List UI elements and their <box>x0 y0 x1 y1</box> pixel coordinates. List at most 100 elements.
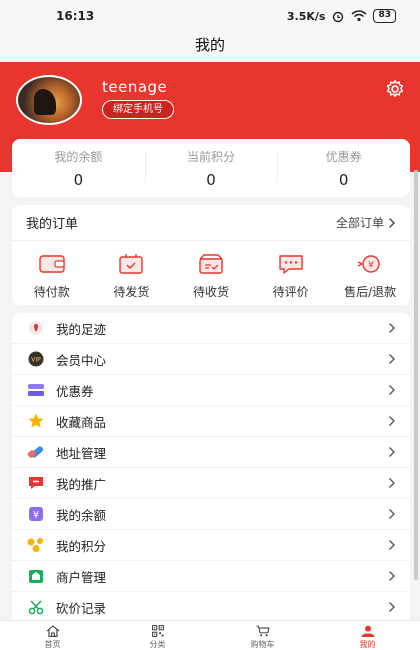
order-label: 待收货 <box>192 285 229 299</box>
alarm-icon <box>333 11 344 23</box>
box-icon <box>119 254 144 274</box>
network-speed: 3.5K/s <box>286 9 326 23</box>
account-stats: 我的余额 0 当前积分 0 优惠券 0 <box>12 139 410 197</box>
menu-item-address[interactable]: 地址管理 <box>12 437 410 468</box>
wifi-icon <box>351 10 367 22</box>
chevron-right-icon <box>389 478 395 488</box>
tab-label: 分类 <box>149 640 166 649</box>
chevron-right-icon <box>389 540 395 550</box>
vip-icon: VIP <box>26 349 46 369</box>
chevron-right-icon <box>389 509 395 519</box>
menu-item-footprint[interactable]: 我的足迹 <box>12 313 410 344</box>
gear-icon[interactable] <box>384 78 406 100</box>
qr-icon <box>151 625 164 637</box>
svg-text:VIP: VIP <box>31 357 41 364</box>
orders-title: 我的订单 <box>26 217 79 232</box>
menu-label: 我的积分 <box>56 538 107 554</box>
chevron-right-icon <box>389 354 395 364</box>
menu-item-favorites[interactable]: 收藏商品 <box>12 406 410 437</box>
chevron-right-icon <box>389 385 395 395</box>
order-label: 售后/退款 <box>344 285 397 299</box>
status-time: 16:13 <box>56 9 95 23</box>
status-bar: 16:13 3.5K/s 83 <box>0 0 420 32</box>
order-pending-review[interactable]: 待评价 <box>251 253 331 300</box>
stat-value: 0 <box>73 170 84 189</box>
wallet-icon <box>39 255 65 273</box>
tab-category[interactable]: 分类 <box>105 621 210 650</box>
page-title: 我的 <box>0 32 420 62</box>
stat-value: 0 <box>338 170 349 189</box>
tab-label: 首页 <box>44 640 61 649</box>
order-pending-receipt[interactable]: 待收货 <box>171 253 251 300</box>
tab-label: 我的 <box>359 640 376 649</box>
menu-label: 我的余额 <box>56 507 107 523</box>
chevron-right-icon <box>389 602 395 612</box>
tab-cart[interactable]: 购物车 <box>210 621 315 650</box>
stat-points[interactable]: 当前积分 0 <box>144 148 278 189</box>
menu-label: 优惠券 <box>56 383 94 399</box>
bind-phone-button[interactable]: 绑定手机号 <box>102 100 174 119</box>
chevron-right-icon <box>389 217 395 228</box>
tab-profile[interactable]: 我的 <box>315 621 420 650</box>
star-icon <box>26 411 46 431</box>
chevron-right-icon <box>389 416 395 426</box>
battery-indicator: 83 <box>373 9 396 23</box>
bottom-tab-bar: 首页 分类 购物车 我的 <box>0 620 420 650</box>
menu-label: 地址管理 <box>56 445 107 461</box>
comment-icon <box>278 255 303 274</box>
truck-icon <box>199 254 223 274</box>
promotion-icon <box>26 473 46 493</box>
location-icon <box>26 442 46 462</box>
order-label: 待评价 <box>272 285 309 299</box>
orders-card: 我的订单 全部订单 待付款 待发货 待收货 待评价 ¥ 售后/退款 <box>12 205 410 305</box>
menu-label: 会员中心 <box>56 352 107 368</box>
refund-icon: ¥ <box>357 255 380 273</box>
order-label: 待发货 <box>113 285 150 299</box>
chevron-right-icon <box>389 571 395 581</box>
order-label: 待付款 <box>33 285 70 299</box>
stat-label: 当前积分 <box>187 149 236 164</box>
menu-item-balance[interactable]: ¥ 我的余额 <box>12 499 410 530</box>
footprint-icon <box>26 318 46 338</box>
scrollbar[interactable] <box>414 170 418 580</box>
stat-coupons[interactable]: 优惠券 0 <box>277 148 410 189</box>
cart-icon <box>255 625 269 637</box>
store-icon <box>26 566 46 586</box>
stat-label: 优惠券 <box>325 149 362 164</box>
stat-balance[interactable]: 我的余额 0 <box>12 148 145 189</box>
all-orders-label: 全部订单 <box>335 216 384 230</box>
stat-value: 0 <box>206 170 216 189</box>
menu-item-points[interactable]: 我的积分 <box>12 530 410 561</box>
all-orders-link[interactable]: 全部订单 <box>336 214 396 231</box>
svg-text:¥: ¥ <box>33 510 39 521</box>
avatar[interactable] <box>16 75 82 125</box>
menu-item-coupons[interactable]: 优惠券 <box>12 375 410 406</box>
user-icon <box>360 625 375 637</box>
orders-header: 我的订单 全部订单 <box>12 205 410 241</box>
username: teenage <box>102 78 168 96</box>
balance-icon: ¥ <box>26 504 46 524</box>
points-icon <box>26 535 46 555</box>
menu-label: 收藏商品 <box>56 414 107 430</box>
menu-item-vip[interactable]: VIP 会员中心 <box>12 344 410 375</box>
bargain-icon <box>26 597 46 617</box>
tab-label: 购物车 <box>250 640 275 649</box>
menu-label: 我的推广 <box>56 476 107 492</box>
home-icon <box>46 625 59 637</box>
chevron-right-icon <box>389 323 395 333</box>
order-pending-payment[interactable]: 待付款 <box>12 253 92 300</box>
order-after-sales[interactable]: ¥ 售后/退款 <box>330 253 410 300</box>
menu-item-bargain[interactable]: 砍价记录 <box>12 592 410 623</box>
chevron-right-icon <box>389 447 395 457</box>
stat-label: 我的余额 <box>54 149 103 164</box>
menu-label: 商户管理 <box>56 569 107 585</box>
menu-label: 砍价记录 <box>56 600 107 616</box>
menu-label: 我的足迹 <box>56 321 107 337</box>
svg-text:¥: ¥ <box>368 261 374 271</box>
tab-home[interactable]: 首页 <box>0 621 105 650</box>
order-pending-shipment[interactable]: 待发货 <box>92 253 172 300</box>
coupon-icon <box>26 380 46 400</box>
menu-item-merchant[interactable]: 商户管理 <box>12 561 410 592</box>
menu-item-promotion[interactable]: 我的推广 <box>12 468 410 499</box>
service-menu: 我的足迹 VIP 会员中心 优惠券 收藏商品 地址管理 我的推广 ¥ 我的余额 … <box>12 313 410 623</box>
